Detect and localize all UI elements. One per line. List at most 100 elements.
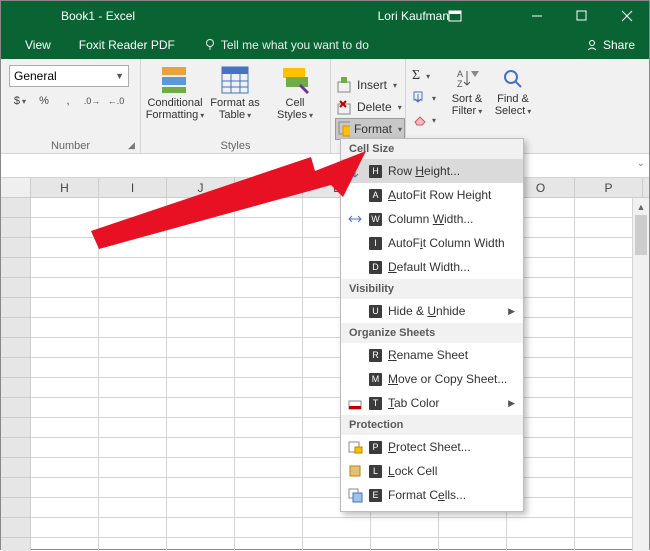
cell[interactable]	[99, 498, 167, 518]
row-header[interactable]	[1, 518, 31, 538]
menu-autofit-row-height[interactable]: A AutoFit Row Height	[341, 183, 523, 207]
cell[interactable]	[167, 338, 235, 358]
cell[interactable]	[235, 378, 303, 398]
cell[interactable]	[31, 538, 99, 551]
cell[interactable]	[167, 518, 235, 538]
cell[interactable]	[235, 298, 303, 318]
expand-formula-bar-button[interactable]: ⌄	[637, 158, 645, 169]
fill-button[interactable]: ▾	[410, 87, 438, 109]
cell[interactable]	[235, 458, 303, 478]
cell[interactable]	[99, 398, 167, 418]
cell[interactable]	[99, 298, 167, 318]
cell[interactable]	[31, 298, 99, 318]
conditional-formatting-button[interactable]: Conditional Formatting▾	[147, 63, 203, 121]
cell[interactable]	[31, 498, 99, 518]
autosum-button[interactable]: Σ▾	[410, 65, 438, 87]
format-button[interactable]: Format▾	[335, 118, 405, 140]
cell[interactable]	[235, 398, 303, 418]
cell[interactable]	[167, 458, 235, 478]
cell[interactable]	[99, 278, 167, 298]
cell[interactable]	[167, 238, 235, 258]
find-select-button[interactable]: Find & Select▾	[490, 65, 536, 117]
cell[interactable]	[235, 258, 303, 278]
cell[interactable]	[371, 538, 439, 551]
cell[interactable]	[31, 258, 99, 278]
column-header[interactable]: P	[575, 178, 643, 197]
column-header[interactable]: K	[235, 178, 303, 197]
menu-autofit-column-width[interactable]: I AutoFit Column Width	[341, 231, 523, 255]
cell[interactable]	[99, 238, 167, 258]
row-header[interactable]	[1, 478, 31, 498]
insert-button[interactable]: Insert▾	[335, 74, 405, 96]
cell[interactable]	[167, 498, 235, 518]
number-format-combo[interactable]: General▼	[9, 65, 129, 87]
decrease-decimal-button[interactable]: ←.0	[105, 91, 127, 111]
row-header[interactable]	[1, 298, 31, 318]
clear-button[interactable]: ▾	[410, 109, 438, 131]
cell[interactable]	[99, 438, 167, 458]
cell[interactable]	[99, 458, 167, 478]
menu-lock-cell[interactable]: L Lock Cell	[341, 459, 523, 483]
cell[interactable]	[507, 538, 575, 551]
cell[interactable]	[235, 218, 303, 238]
cell[interactable]	[99, 378, 167, 398]
cell[interactable]	[235, 278, 303, 298]
cell[interactable]	[31, 198, 99, 218]
cell[interactable]	[167, 218, 235, 238]
close-button[interactable]	[604, 1, 649, 31]
cell-styles-button[interactable]: Cell Styles▾	[267, 63, 323, 121]
comma-format-button[interactable]: ,	[57, 91, 79, 111]
cell[interactable]	[167, 278, 235, 298]
sort-filter-button[interactable]: AZ Sort & Filter▾	[444, 65, 490, 117]
format-as-table-button[interactable]: Format as Table▾	[207, 63, 263, 121]
row-header[interactable]	[1, 358, 31, 378]
cell[interactable]	[99, 258, 167, 278]
cell[interactable]	[99, 338, 167, 358]
row-header[interactable]	[1, 238, 31, 258]
spreadsheet-grid[interactable]	[1, 198, 649, 551]
cell[interactable]	[235, 438, 303, 458]
menu-row-height[interactable]: H Row Height...	[341, 159, 523, 183]
vertical-scrollbar[interactable]: ▲	[632, 198, 649, 551]
column-header[interactable]: H	[31, 178, 99, 197]
cell[interactable]	[31, 278, 99, 298]
cell[interactable]	[31, 438, 99, 458]
cell[interactable]	[31, 458, 99, 478]
minimize-button[interactable]	[514, 1, 559, 31]
percent-format-button[interactable]: %	[33, 91, 55, 111]
tell-me-search[interactable]: Tell me what you want to do	[189, 31, 383, 59]
cell[interactable]	[235, 238, 303, 258]
tab-foxit[interactable]: Foxit Reader PDF	[65, 31, 189, 59]
menu-tab-color[interactable]: T Tab Color ▶	[341, 391, 523, 415]
cell[interactable]	[235, 338, 303, 358]
accounting-format-button[interactable]: $▾	[9, 91, 31, 111]
row-header[interactable]	[1, 278, 31, 298]
scroll-up-button[interactable]: ▲	[633, 198, 649, 215]
scroll-thumb[interactable]	[635, 215, 647, 255]
cell[interactable]	[167, 358, 235, 378]
cell[interactable]	[31, 418, 99, 438]
cell[interactable]	[167, 378, 235, 398]
cell[interactable]	[235, 318, 303, 338]
cell[interactable]	[31, 518, 99, 538]
row-header[interactable]	[1, 198, 31, 218]
cell[interactable]	[371, 518, 439, 538]
cell[interactable]	[31, 378, 99, 398]
cell[interactable]	[31, 358, 99, 378]
cell[interactable]	[31, 318, 99, 338]
delete-button[interactable]: Delete▾	[335, 96, 405, 118]
cell[interactable]	[99, 218, 167, 238]
ribbon-display-options-button[interactable]	[441, 1, 469, 31]
cell[interactable]	[439, 518, 507, 538]
cell[interactable]	[31, 398, 99, 418]
cell[interactable]	[31, 218, 99, 238]
menu-column-width[interactable]: W Column Width...	[341, 207, 523, 231]
cell[interactable]	[167, 438, 235, 458]
cell[interactable]	[167, 318, 235, 338]
cell[interactable]	[167, 478, 235, 498]
row-header[interactable]	[1, 538, 31, 551]
row-header[interactable]	[1, 378, 31, 398]
menu-default-width[interactable]: D Default Width...	[341, 255, 523, 279]
cell[interactable]	[235, 418, 303, 438]
cell[interactable]	[99, 418, 167, 438]
